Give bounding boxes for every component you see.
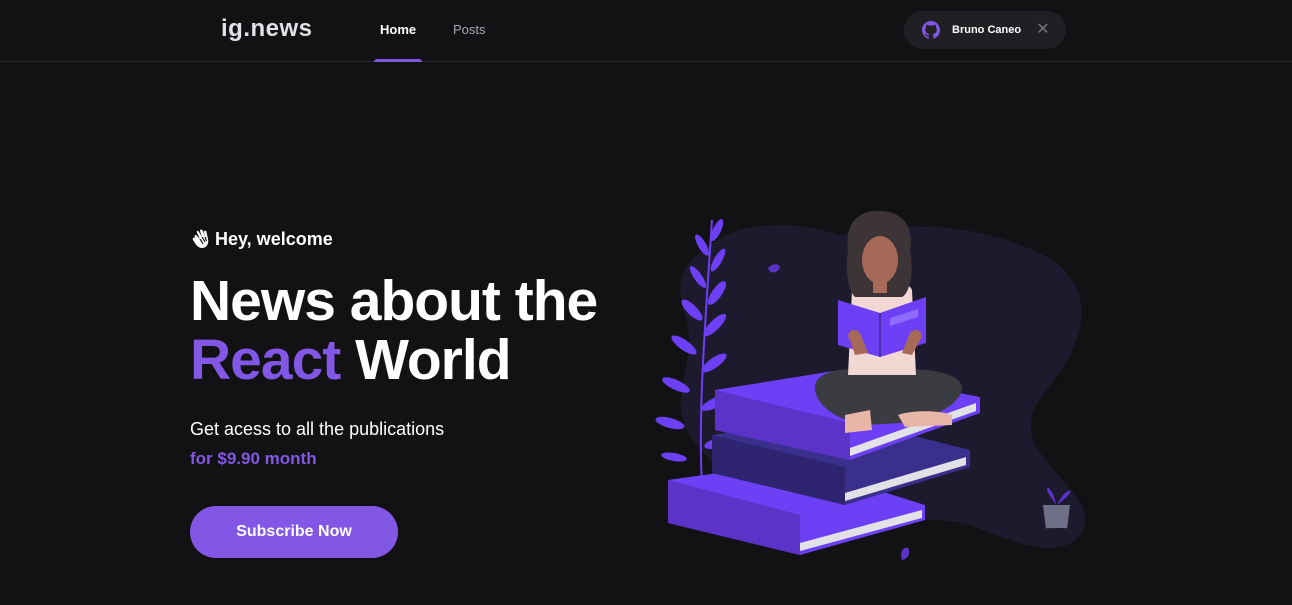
nav-posts[interactable]: Posts (453, 0, 486, 62)
headline: News about the React World (190, 272, 620, 390)
waving-hand-icon (192, 229, 209, 248)
headline-line1: News about the (190, 269, 598, 333)
close-icon[interactable]: ✕ (1032, 11, 1054, 49)
nav-home[interactable]: Home (373, 0, 423, 62)
reading-woman-illustration (655, 210, 1086, 560)
price: for $9.90 month (190, 449, 317, 468)
greeting-text: Hey, welcome (215, 228, 333, 249)
subscribe-button[interactable]: Subscribe Now (190, 506, 398, 558)
headline-rest: World (340, 328, 511, 392)
greeting: Hey, welcome (190, 226, 620, 252)
hero-section: Hey, welcome News about the React World … (190, 226, 620, 469)
user-name: Bruno Caneo (952, 24, 1022, 36)
logo[interactable]: ig.news (221, 15, 313, 43)
subtitle: Get acess to all the publications (190, 419, 445, 439)
top-header: ig.news Home Posts Bruno Caneo ✕ (0, 0, 1292, 62)
github-icon (922, 21, 940, 39)
headline-accent: React (190, 328, 341, 392)
user-signin-button[interactable]: Bruno Caneo ✕ (904, 11, 1066, 49)
